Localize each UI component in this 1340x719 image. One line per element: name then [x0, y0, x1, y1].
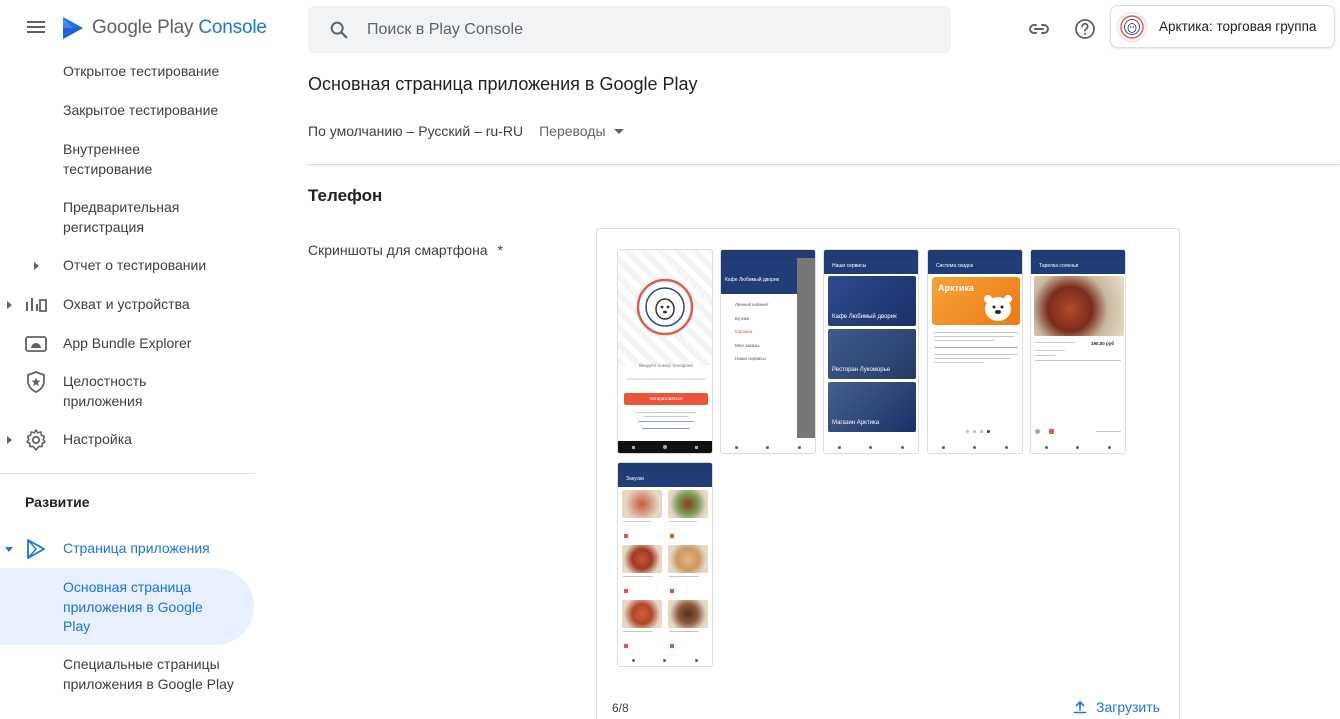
required-mark: * [497, 242, 503, 258]
sidebar-item-label: Целостность приложения [63, 373, 147, 409]
section-title-phone: Телефон [308, 186, 383, 205]
drawer-title: Кафе Любимый дворик [721, 258, 797, 294]
default-language: По умолчанию – Русский – ru-RU [308, 123, 524, 139]
phone-hint-text: Введите номер телефона [639, 363, 693, 368]
screenshot-thumbnail[interactable]: Введите номер телефона Авторизоваться [617, 249, 713, 454]
header-divider [308, 164, 1340, 165]
screenshot-thumbnail[interactable]: Закуски [617, 462, 713, 667]
translations-label: Переводы [539, 123, 606, 139]
android-box-icon [25, 336, 47, 352]
account-name: Арктика: торговая группа [1159, 19, 1317, 34]
service-tile-label: Ресторан Лукоморье [832, 367, 891, 373]
google-play-console-logo[interactable]: Google Play Console [62, 16, 267, 40]
sidebar-section-title: Развитие [25, 494, 90, 510]
sidebar-item-label: Внутреннее тестирование [63, 141, 153, 177]
product-price: 190,00 руб [1091, 341, 1114, 346]
translations-dropdown[interactable]: Переводы [539, 123, 624, 139]
expand-caret-icon[interactable] [7, 301, 12, 309]
dropdown-arrow-icon [613, 128, 624, 134]
sidebar-item-label: App Bundle Explorer [63, 335, 192, 351]
sidebar-item-label: Закрытое тестирование [63, 102, 219, 118]
upload-label: Загрузить [1096, 699, 1160, 715]
screen-app-bar: Тарелка соленья [1031, 258, 1125, 274]
screen-app-bar: Закуски [618, 471, 712, 487]
sidebar-item-label: Специальные страницы приложения в Google… [63, 656, 234, 692]
menu-icon[interactable] [24, 18, 48, 42]
arctic-bear-logo-icon [636, 278, 694, 336]
bar-chart-icon [26, 298, 47, 312]
drawer-menu-item: Наши сервисы [735, 356, 766, 361]
logo-text: Google Play Console [92, 17, 267, 38]
top-bar: Google Play Console Арктика: торговая гр… [0, 0, 1340, 60]
service-tile-label: Кафе Любимый дворик [832, 314, 897, 320]
sidebar-item-label: Охват и устройства [63, 296, 190, 312]
play-outline-icon [27, 539, 45, 559]
sidebar-item-label: Настройка [63, 431, 132, 447]
drawer-menu-item: Личный кабинет [735, 302, 769, 307]
service-tile-label: Магазин Арктика [832, 420, 880, 426]
sidebar-item-label: Отчет о тестировании [63, 257, 207, 273]
polar-bear-icon [984, 295, 1012, 321]
search-icon [330, 21, 348, 38]
upload-button[interactable]: Загрузить [1073, 699, 1160, 715]
arctic-logo-icon [1120, 14, 1144, 39]
drawer-menu-item: Корзина [735, 329, 753, 334]
account-avatar [1117, 11, 1147, 42]
sidebar-item-label: Основная страница приложения в Google Pl… [63, 579, 203, 634]
screenshot-counter: 6/8 [612, 701, 629, 715]
play-logo-icon [63, 17, 83, 39]
sidebar-divider [0, 473, 254, 474]
screen-app-bar: Система скидок [928, 258, 1022, 274]
language-row: По умолчанию – Русский – ru-RU Переводы [308, 123, 624, 139]
expand-caret-icon[interactable] [34, 262, 39, 270]
link-icon[interactable] [1027, 17, 1051, 41]
login-button-preview: Авторизоваться [624, 393, 708, 405]
page-title: Основная страница приложения в Google Pl… [308, 74, 698, 94]
sidebar-item-label: Страница приложения [63, 540, 210, 556]
sidebar-item-label: Открытое тестирование [63, 63, 220, 79]
sidebar-item-label: Предварительная регистрация [63, 199, 180, 235]
phone-screenshots-label: Скриншоты для смартфона * [308, 242, 503, 258]
collapse-caret-icon[interactable] [5, 547, 13, 552]
screenshot-thumbnail[interactable]: Кафе Любимый дворик Личный кабинет Бутик… [720, 249, 816, 454]
screenshot-thumbnail[interactable]: Тарелка соленья 190,00 руб [1030, 249, 1126, 454]
expand-caret-icon[interactable] [7, 436, 12, 444]
help-icon[interactable] [1073, 17, 1097, 41]
screenshots-panel: Введите номер телефона Авторизоваться Ка… [596, 228, 1180, 719]
drawer-menu-item: Бутики [735, 315, 750, 321]
screenshot-thumbnail[interactable]: Наши сервисы Кафе Любимый дворик Рестора… [823, 249, 919, 454]
drawer-menu-item: Мои заказы [735, 342, 760, 348]
sidebar: Открытое тестирование Закрытое тестирова… [0, 52, 254, 719]
discount-card-title: Арктика [938, 283, 974, 293]
gear-icon [26, 429, 46, 451]
sidebar-item-main-store-listing[interactable]: Основная страница приложения в Google Pl… [0, 568, 254, 645]
account-switcher[interactable]: Арктика: торговая группа [1110, 5, 1335, 48]
field-label-text: Скриншоты для смартфона [308, 242, 488, 258]
upload-icon [1073, 701, 1087, 714]
screen-app-bar: Наши сервисы [824, 258, 918, 274]
shield-star-icon [27, 371, 45, 393]
search-bar[interactable] [308, 6, 951, 53]
main-content: Основная страница приложения в Google Pl… [308, 60, 1340, 719]
search-input[interactable] [367, 20, 927, 39]
screenshot-thumbnail[interactable]: Система скидок Арктика [927, 249, 1023, 454]
